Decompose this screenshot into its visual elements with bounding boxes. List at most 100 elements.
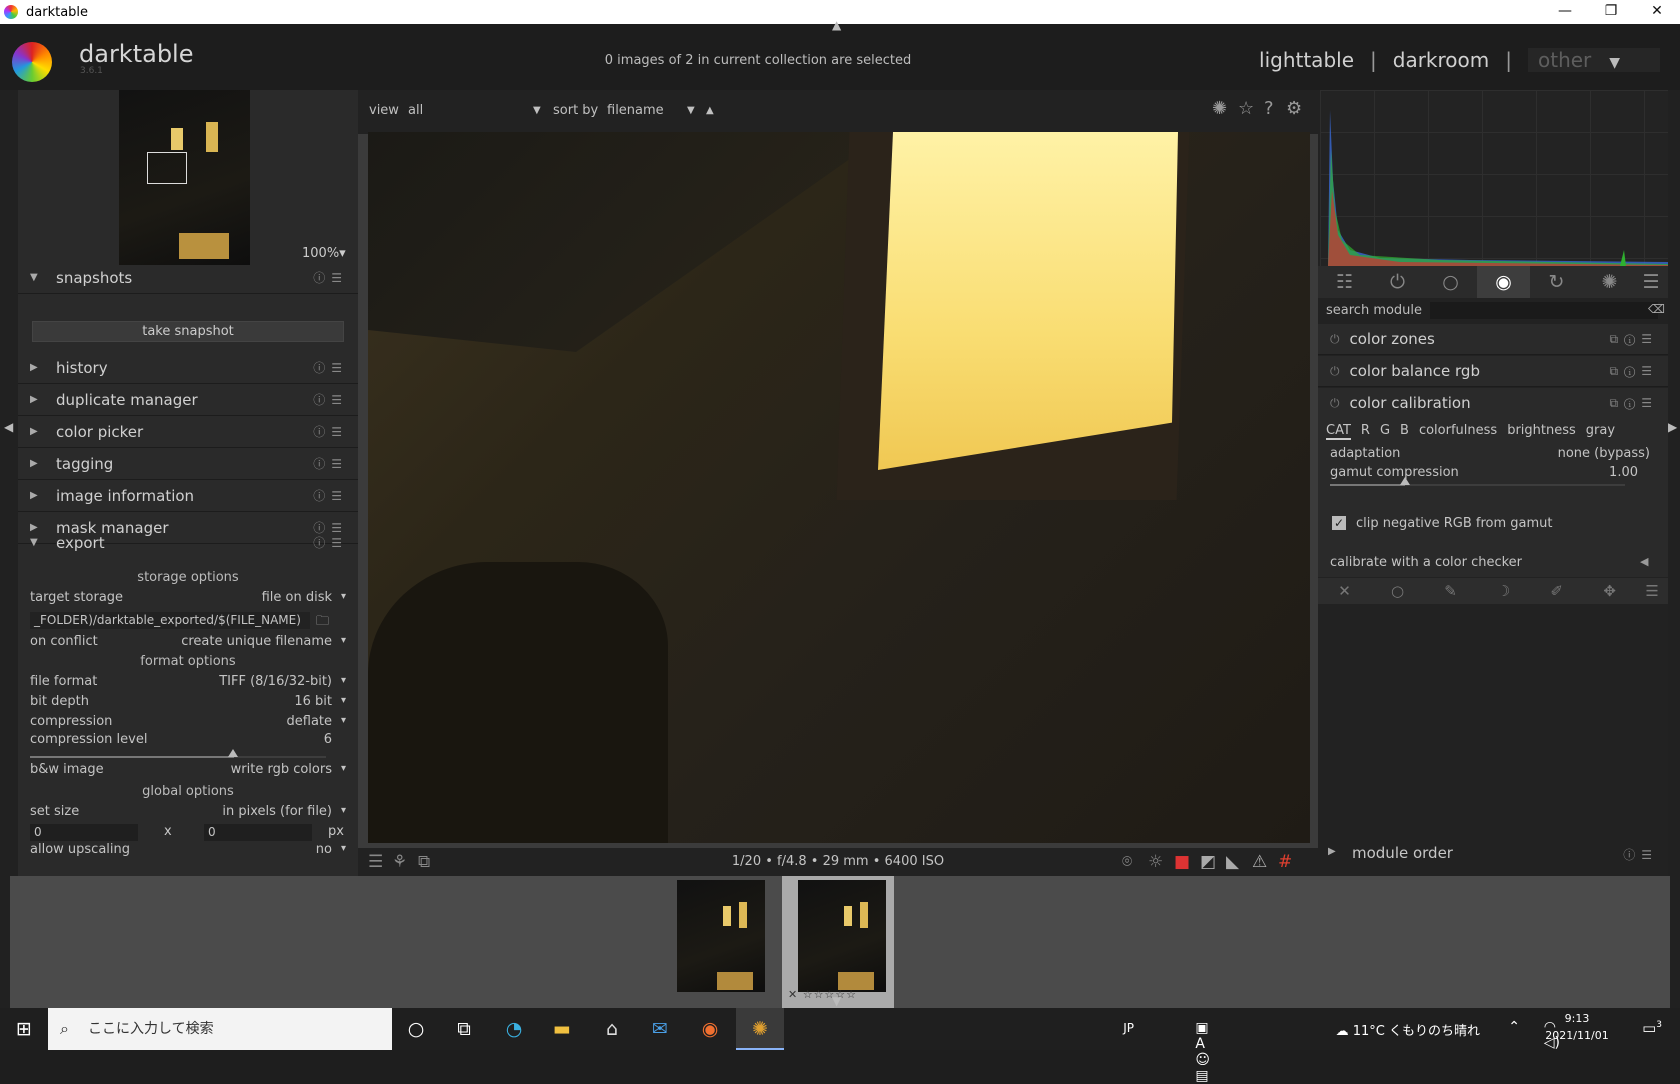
set-size-dropdown[interactable]: set size in pixels (for file) <box>30 804 346 824</box>
softproof-icon[interactable]: ■ <box>1174 852 1190 872</box>
bit-depth-dropdown[interactable]: bit depth 16 bit <box>30 694 346 714</box>
module-menu-icon[interactable]: ⧉ⓘ☰ <box>1609 332 1658 347</box>
help-icon[interactable]: ? <box>1264 98 1274 119</box>
view-darkroom[interactable]: darkroom <box>1393 48 1490 72</box>
maximize-button[interactable]: ❐ <box>1588 0 1634 24</box>
module-order-row[interactable]: ▶ module order ⓘ☰ <box>1318 842 1668 868</box>
export-path-input[interactable]: _FOLDER)/darktable_exported/$(FILE_NAME) <box>30 612 310 629</box>
sort-dropdown[interactable]: filename <box>607 103 664 118</box>
guides-icon[interactable]: # <box>1278 852 1292 872</box>
histogram[interactable] <box>1320 90 1668 266</box>
width-input[interactable]: 0 <box>30 824 138 841</box>
on-conflict-dropdown[interactable]: on conflict create unique filename <box>30 634 346 654</box>
tray-icons[interactable]: ▣ A ☺ ▤ <box>1195 1020 1210 1084</box>
chevron-down-icon[interactable]: ▼ <box>687 105 695 116</box>
star-icon[interactable]: ☆ <box>1238 98 1254 119</box>
sort-ascending-icon[interactable]: ▲ <box>706 105 714 116</box>
power-icon[interactable]: ⏻ <box>1330 364 1340 379</box>
navigation-preview[interactable] <box>119 90 250 265</box>
navigation-viewport-box[interactable] <box>147 152 187 184</box>
warning-icon[interactable]: ⚠ <box>1252 852 1267 872</box>
bw-image-dropdown[interactable]: b&w image write rgb colors <box>30 762 346 782</box>
tab-g[interactable]: G <box>1380 423 1390 440</box>
collapse-top-panel-icon[interactable]: ▲ <box>832 18 841 32</box>
module-color-balance-rgb[interactable]: ⏻ color balance rgb ⧉ⓘ☰ <box>1318 356 1668 387</box>
firefox-icon[interactable]: ◉ <box>686 1008 734 1050</box>
slider-knob[interactable] <box>1400 477 1410 485</box>
store-icon[interactable]: ⌂ <box>588 1008 636 1050</box>
module-menu-icon[interactable]: ⓘ☰ <box>313 359 348 376</box>
view-filter-dropdown[interactable]: all <box>408 103 423 118</box>
view-lighttable[interactable]: lighttable <box>1259 48 1354 72</box>
clock[interactable]: 9:13 2021/11/01 <box>1542 1012 1612 1042</box>
module-color-picker[interactable]: ▶ color picker ⓘ☰ <box>18 416 358 448</box>
tab-gray[interactable]: gray <box>1586 423 1615 440</box>
target-storage-dropdown[interactable]: target storage file on disk <box>30 590 346 610</box>
weather-widget[interactable]: ☁ 11°C くもりのち晴れ <box>1336 1020 1480 1039</box>
module-menu-icon[interactable]: ⓘ☰ <box>313 534 348 551</box>
module-menu-icon[interactable]: ⧉ⓘ☰ <box>1609 396 1658 411</box>
allow-upscaling-dropdown[interactable]: allow upscaling no <box>30 842 346 862</box>
module-duplicate-manager[interactable]: ▶ duplicate manager ⓘ☰ <box>18 384 358 416</box>
tab-colorfulness[interactable]: colorfulness <box>1419 423 1497 440</box>
base-group-icon[interactable]: ○ <box>1424 266 1477 298</box>
windows-start-icon[interactable]: ⊞ <box>0 1008 48 1050</box>
view-other-dropdown[interactable]: other ▼ <box>1528 48 1660 72</box>
module-menu-icon[interactable]: ⓘ☰ <box>313 423 348 440</box>
module-export[interactable]: ▼ export ⓘ☰ <box>18 526 358 560</box>
height-input[interactable]: 0 <box>204 824 312 841</box>
module-snapshots[interactable]: ▼ snapshots ⓘ☰ <box>18 262 358 294</box>
folder-icon[interactable]: 🗀 <box>316 612 329 634</box>
clip-negative-checkbox[interactable]: ✓ <box>1332 516 1346 530</box>
slider-track[interactable] <box>1330 484 1405 486</box>
module-history[interactable]: ▶ history ⓘ☰ <box>18 352 358 384</box>
adaptation-dropdown[interactable]: adaptation none (bypass) <box>1330 446 1650 461</box>
effect-group-icon[interactable]: ✺ <box>1583 266 1636 298</box>
quick-panel-icon[interactable]: ☷ <box>1318 266 1371 298</box>
module-image-information[interactable]: ▶ image information ⓘ☰ <box>18 480 358 512</box>
taskbar-search-box[interactable]: ⌕ ここに入力して検索 <box>48 1008 392 1050</box>
correct-group-icon[interactable]: ↻ <box>1530 266 1583 298</box>
blend-menu-icon[interactable]: ☰ <box>1636 578 1668 604</box>
edge-icon[interactable]: ◔ <box>490 1008 538 1050</box>
close-button[interactable]: ✕ <box>1634 0 1680 24</box>
compression-level-slider[interactable]: compression level 6 <box>30 732 346 752</box>
main-image[interactable] <box>368 132 1310 843</box>
task-view-icon[interactable]: ⧉ <box>440 1008 488 1050</box>
slider-track-rest[interactable] <box>1405 484 1625 486</box>
search-input[interactable] <box>1430 302 1658 319</box>
tab-r[interactable]: R <box>1361 423 1370 440</box>
power-icon[interactable]: ⏻ <box>1330 332 1340 347</box>
compression-dropdown[interactable]: compression deflate <box>30 714 346 734</box>
mask-uniform-icon[interactable]: ○ <box>1371 578 1424 604</box>
tab-b[interactable]: B <box>1400 423 1409 440</box>
gear-icon[interactable]: ⚙ <box>1286 98 1302 119</box>
slider-track-rest[interactable] <box>234 756 326 758</box>
module-menu-icon[interactable]: ⓘ☰ <box>1623 846 1658 863</box>
take-snapshot-button[interactable]: take snapshot <box>32 321 344 342</box>
filmstrip-thumbnail[interactable] <box>677 880 765 992</box>
mask-drawn-parametric-icon[interactable]: ✐ <box>1530 578 1583 604</box>
chevron-down-icon[interactable]: ▼ <box>533 105 541 116</box>
collapse-left-panel-icon[interactable]: ◀ <box>4 420 13 434</box>
clear-search-icon[interactable]: ⌫ <box>1648 302 1665 316</box>
ime-indicator[interactable]: JP <box>1123 1021 1134 1035</box>
file-explorer-icon[interactable]: ▬ <box>538 1008 586 1050</box>
show-hidden-icons[interactable]: ⌃ <box>1508 1019 1520 1035</box>
module-color-zones[interactable]: ⏻ color zones ⧉ⓘ☰ <box>1318 324 1668 355</box>
module-menu-icon[interactable]: ⓘ☰ <box>313 391 348 408</box>
active-modules-icon[interactable]: ⏻ <box>1371 266 1424 298</box>
cortana-icon[interactable]: ○ <box>392 1008 440 1050</box>
module-tagging[interactable]: ▶ tagging ⓘ☰ <box>18 448 358 480</box>
minimize-button[interactable]: — <box>1542 0 1588 24</box>
filmstrip-thumbnail[interactable] <box>798 880 886 992</box>
mask-parametric-icon[interactable]: ☽ <box>1477 578 1530 604</box>
calibrate-color-checker-section[interactable]: calibrate with a color checker <box>1330 555 1522 570</box>
focus-peaking-icon[interactable]: ⌾ <box>1122 852 1132 872</box>
gamut-check-icon[interactable]: ◩ <box>1200 852 1216 872</box>
collapsed-arrow-icon[interactable]: ◀ <box>1640 555 1648 568</box>
collapse-right-panel-icon[interactable]: ▶ <box>1668 420 1677 434</box>
module-menu-icon[interactable]: ⓘ☰ <box>313 487 348 504</box>
mask-raster-icon[interactable]: ✥ <box>1583 578 1636 604</box>
notification-icon[interactable]: ▭3 <box>1642 1019 1662 1037</box>
